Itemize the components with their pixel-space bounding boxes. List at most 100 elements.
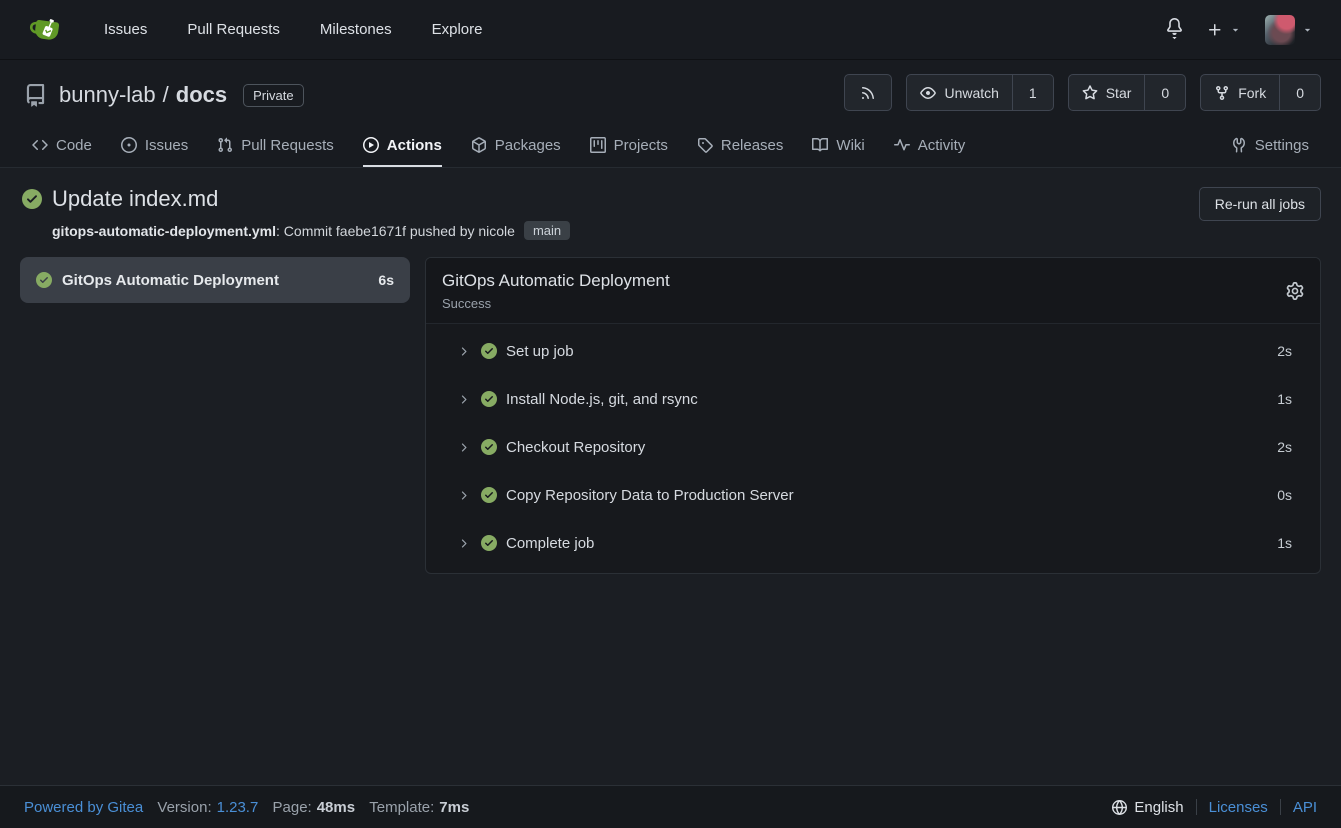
globe-icon xyxy=(1112,800,1127,815)
fork-label: Fork xyxy=(1238,85,1266,101)
repo-name-link[interactable]: docs xyxy=(176,82,227,108)
step-row[interactable]: Set up job 2s xyxy=(426,327,1320,375)
step-success-check-icon xyxy=(481,343,497,359)
job-log-panel: GitOps Automatic Deployment Success Set … xyxy=(425,257,1321,574)
project-icon xyxy=(590,137,606,153)
version-link[interactable]: 1.23.7 xyxy=(217,799,259,816)
language-selector[interactable]: English xyxy=(1112,799,1183,816)
unwatch-label: Unwatch xyxy=(944,85,998,101)
book-icon xyxy=(812,137,828,153)
job-panel-title: GitOps Automatic Deployment xyxy=(442,271,1304,291)
notifications-bell-icon[interactable] xyxy=(1166,18,1183,42)
play-circle-icon xyxy=(363,137,379,153)
repo-owner-link[interactable]: bunny-lab xyxy=(59,82,156,108)
chevron-right-icon[interactable] xyxy=(457,345,470,358)
footer-links: English Licenses API xyxy=(1112,799,1317,816)
plus-icon xyxy=(1207,22,1223,38)
job-panel-header: GitOps Automatic Deployment Success xyxy=(426,258,1320,324)
rss-icon xyxy=(860,85,876,101)
step-duration: 2s xyxy=(1277,343,1292,359)
job-duration: 6s xyxy=(378,272,394,288)
tab-wiki[interactable]: Wiki xyxy=(812,123,864,167)
chevron-right-icon[interactable] xyxy=(457,441,470,454)
run-subtitle: gitops-automatic-deployment.yml: Commit … xyxy=(52,221,1321,240)
tab-actions[interactable]: Actions xyxy=(363,123,442,167)
step-duration: 1s xyxy=(1277,391,1292,407)
job-name: GitOps Automatic Deployment xyxy=(62,272,368,289)
tab-projects[interactable]: Projects xyxy=(590,123,668,167)
user-avatar xyxy=(1265,15,1295,45)
step-success-check-icon xyxy=(481,439,497,455)
repo-tabs: Code Issues Pull Requests Actions Packag… xyxy=(0,123,1341,167)
repo-icon xyxy=(24,84,47,107)
step-success-check-icon xyxy=(481,535,497,551)
branch-badge[interactable]: main xyxy=(524,221,570,240)
licenses-link[interactable]: Licenses xyxy=(1209,799,1268,816)
log-settings-gear-icon[interactable] xyxy=(1286,282,1304,300)
api-link[interactable]: API xyxy=(1293,799,1317,816)
tab-activity[interactable]: Activity xyxy=(894,123,966,167)
step-name: Complete job xyxy=(506,535,594,552)
tools-icon xyxy=(1231,137,1247,153)
step-row[interactable]: Complete job 1s xyxy=(426,519,1320,567)
star-button[interactable]: Star xyxy=(1069,75,1145,110)
rerun-all-jobs-button[interactable]: Re-run all jobs xyxy=(1199,187,1321,221)
fork-button-group: Fork 0 xyxy=(1200,74,1321,111)
top-navbar: Issues Pull Requests Milestones Explore xyxy=(0,0,1341,60)
tab-code[interactable]: Code xyxy=(32,123,92,167)
user-menu[interactable] xyxy=(1265,15,1313,45)
footer-divider xyxy=(1280,799,1281,815)
step-success-check-icon xyxy=(481,391,497,407)
stars-count[interactable]: 0 xyxy=(1144,75,1185,110)
step-duration: 2s xyxy=(1277,439,1292,455)
run-success-check-icon xyxy=(22,189,42,209)
step-name: Copy Repository Data to Production Serve… xyxy=(506,487,794,504)
step-row[interactable]: Checkout Repository 2s xyxy=(426,423,1320,471)
chevron-right-icon[interactable] xyxy=(457,393,470,406)
chevron-down-icon xyxy=(1302,24,1313,35)
chevron-right-icon[interactable] xyxy=(457,489,470,502)
chevron-right-icon[interactable] xyxy=(457,537,470,550)
commit-info: : Commit faebe1671f pushed by nicole xyxy=(276,223,515,239)
nav-milestones[interactable]: Milestones xyxy=(320,21,392,38)
job-status-text: Success xyxy=(442,296,1304,311)
tab-settings[interactable]: Settings xyxy=(1231,123,1309,167)
version-label: Version: xyxy=(157,799,211,816)
forks-count[interactable]: 0 xyxy=(1279,75,1320,110)
star-label: Star xyxy=(1106,85,1132,101)
navbar-links: Issues Pull Requests Milestones Explore xyxy=(104,21,482,38)
gitea-logo-icon[interactable] xyxy=(28,14,64,46)
repo-action-buttons: Unwatch 1 Star 0 Fork 0 xyxy=(844,74,1321,111)
run-content: GitOps Automatic Deployment 6s GitOps Au… xyxy=(0,240,1341,574)
fork-button[interactable]: Fork xyxy=(1201,75,1279,110)
template-time-value: 7ms xyxy=(439,799,469,816)
package-icon xyxy=(471,137,487,153)
workflow-file-link[interactable]: gitops-automatic-deployment.yml xyxy=(52,223,276,239)
code-icon xyxy=(32,137,48,153)
unwatch-button[interactable]: Unwatch xyxy=(907,75,1011,110)
tab-pull-requests[interactable]: Pull Requests xyxy=(217,123,334,167)
run-title: Update index.md xyxy=(52,186,218,212)
step-duration: 0s xyxy=(1277,487,1292,503)
step-row[interactable]: Copy Repository Data to Production Serve… xyxy=(426,471,1320,519)
private-badge: Private xyxy=(243,84,303,107)
tab-packages[interactable]: Packages xyxy=(471,123,561,167)
rss-feed-button[interactable] xyxy=(844,74,892,111)
jobs-sidebar: GitOps Automatic Deployment 6s xyxy=(20,257,410,303)
nav-pull-requests[interactable]: Pull Requests xyxy=(187,21,280,38)
breadcrumb-separator: / xyxy=(163,82,169,108)
tab-issues[interactable]: Issues xyxy=(121,123,188,167)
star-button-group: Star 0 xyxy=(1068,74,1186,111)
pulse-icon xyxy=(894,137,910,153)
step-row[interactable]: Install Node.js, git, and rsync 1s xyxy=(426,375,1320,423)
step-name: Install Node.js, git, and rsync xyxy=(506,391,698,408)
nav-explore[interactable]: Explore xyxy=(432,21,483,38)
nav-issues[interactable]: Issues xyxy=(104,21,147,38)
watchers-count[interactable]: 1 xyxy=(1012,75,1053,110)
job-list-item-selected[interactable]: GitOps Automatic Deployment 6s xyxy=(20,257,410,303)
create-new-menu[interactable] xyxy=(1207,22,1241,38)
tag-icon xyxy=(697,137,713,153)
powered-by-gitea-link[interactable]: Powered by Gitea xyxy=(24,799,143,816)
step-name: Set up job xyxy=(506,343,574,360)
tab-releases[interactable]: Releases xyxy=(697,123,784,167)
